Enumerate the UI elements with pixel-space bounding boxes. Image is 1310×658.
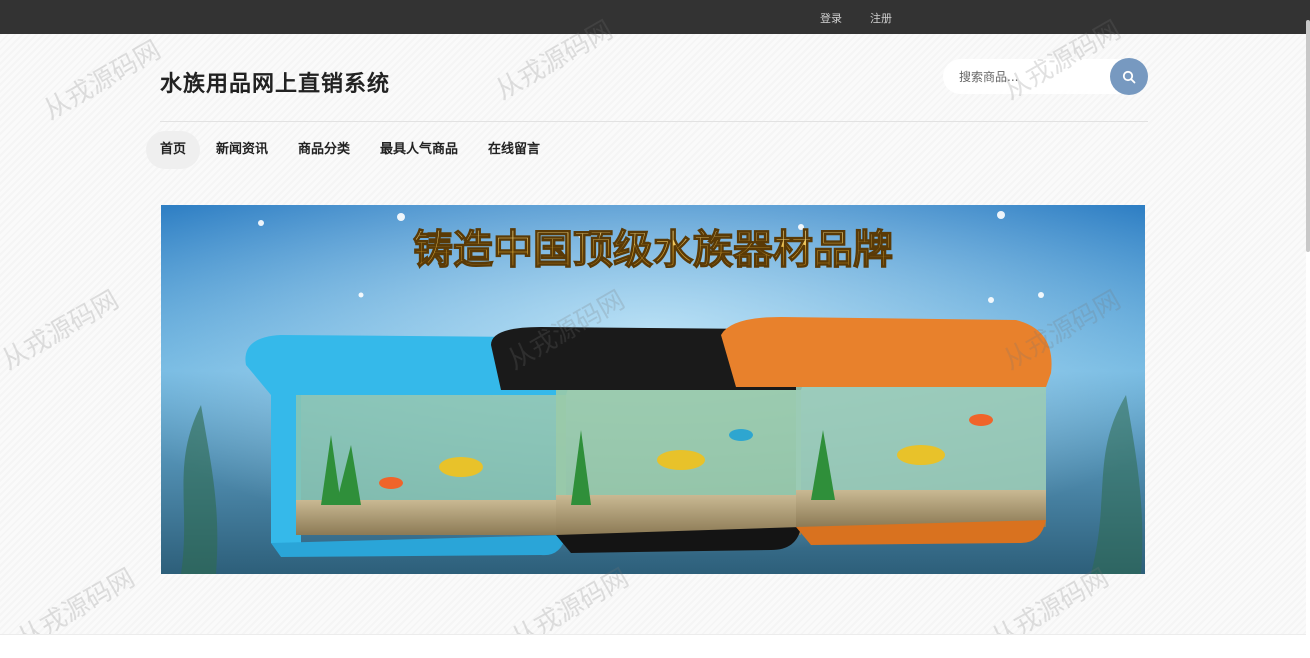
register-link[interactable]: 注册 bbox=[870, 10, 892, 26]
search-icon bbox=[1122, 70, 1136, 83]
banner-image[interactable]: 铸造中国顶级水族器材品牌 bbox=[161, 205, 1145, 574]
top-bar: 登录 注册 bbox=[0, 0, 1310, 34]
nav-item-home[interactable]: 首页 bbox=[146, 131, 201, 169]
site-title: 水族用品网上直销系统 bbox=[160, 72, 391, 97]
banner-headline: 铸造中国顶级水族器材品牌 bbox=[413, 227, 893, 273]
search-bar bbox=[943, 58, 1148, 95]
nav-item-categories[interactable]: 商品分类 bbox=[298, 131, 350, 169]
header-divider bbox=[160, 121, 1148, 122]
nav-item-popular[interactable]: 最具人气商品 bbox=[380, 131, 458, 169]
nav-item-news[interactable]: 新闻资讯 bbox=[216, 131, 268, 169]
scrollbar[interactable] bbox=[1306, 20, 1310, 252]
search-input[interactable] bbox=[943, 59, 1123, 94]
search-button[interactable] bbox=[1110, 58, 1148, 95]
bottom-strip bbox=[0, 634, 1306, 658]
login-link[interactable]: 登录 bbox=[820, 10, 842, 26]
nav-item-guestbook[interactable]: 在线留言 bbox=[488, 131, 540, 169]
